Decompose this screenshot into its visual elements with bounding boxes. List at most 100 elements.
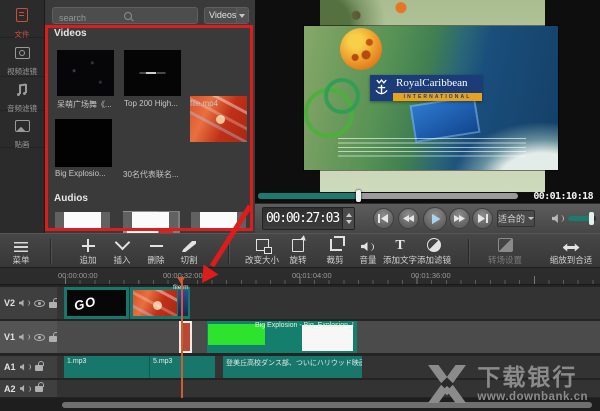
add-filter-label: 添加滤镜 — [412, 254, 456, 266]
rewind-icon — [403, 214, 414, 223]
fast-forward-button[interactable] — [449, 208, 470, 229]
track-header-v1[interactable]: V1 — [0, 321, 57, 353]
video-editor-app: 文件 视频滤镜 音频滤镜 贴画 Videos Videos 呆萌广场舞《... — [0, 0, 600, 411]
mute-icon[interactable] — [20, 363, 31, 372]
mute-icon[interactable] — [19, 299, 30, 308]
skip-start-button[interactable] — [373, 208, 394, 229]
volume-handle[interactable] — [589, 212, 594, 225]
lock-icon[interactable] — [35, 365, 43, 371]
skip-start-icon — [378, 214, 389, 223]
sticker-icon — [15, 120, 30, 132]
volume-slider[interactable] — [568, 216, 596, 221]
downbank-logo-icon — [426, 365, 468, 403]
track-id: A2 — [4, 384, 16, 394]
videos-section-label: Videos — [54, 28, 87, 39]
preview-video-frame[interactable]: RoyalCaribbean INTERNATIONAL — [304, 26, 558, 170]
video-name: 30名代表联名... — [123, 169, 179, 180]
clip-thumbnail-text: GO — [73, 294, 98, 314]
video-name: file.mp4 — [190, 99, 218, 108]
playhead-line[interactable] — [181, 277, 183, 398]
video-name: Big Explosio... — [55, 169, 106, 178]
sidebar-item-stickers[interactable]: 贴画 — [0, 111, 44, 148]
audio-thumbnail[interactable] — [191, 212, 246, 231]
track-header-a1[interactable]: A1 — [0, 356, 57, 378]
sidebar-item-audio-filters[interactable]: 音频滤镜 — [0, 77, 44, 111]
eye-icon[interactable] — [34, 334, 45, 341]
clip-name: 登美丘高校ダンス部、ついにハリウッド映画「グ — [223, 356, 362, 368]
spinner-up-icon[interactable] — [346, 213, 352, 217]
track-header-a2[interactable]: A2 — [0, 380, 57, 397]
audio-clip[interactable]: 5.mp3 — [150, 356, 215, 378]
media-category-dropdown[interactable]: Videos — [204, 7, 249, 24]
transition-settings-button[interactable]: 转场设置 — [483, 237, 527, 266]
track-id: A1 — [4, 362, 16, 372]
seek-bar-fill — [258, 193, 358, 199]
track-header-v2[interactable]: V2 — [0, 287, 57, 319]
menu-icon — [14, 242, 28, 252]
rewind-button[interactable] — [398, 208, 419, 229]
skip-end-button[interactable] — [472, 208, 493, 229]
play-icon — [432, 214, 441, 225]
sidebar-item-label: 贴画 — [0, 139, 44, 150]
audio-filter-icon — [16, 84, 29, 96]
search-icon — [124, 12, 132, 20]
video-thumbnail[interactable] — [124, 50, 181, 96]
add-filter-button[interactable]: 添加滤镜 — [412, 237, 456, 266]
track-id: V2 — [4, 298, 15, 308]
edit-toolbar: 菜单 追加 插入 删除 切割 改变大小 旋转 裁剪 — [0, 233, 600, 268]
clip-thumbnail — [133, 290, 177, 316]
lock-icon[interactable] — [49, 302, 57, 308]
play-button[interactable] — [423, 207, 447, 231]
seek-bar[interactable] — [258, 193, 518, 199]
mute-icon[interactable] — [19, 333, 30, 342]
clip-name: Big Explosion - Big_Explosion_! — [255, 322, 354, 329]
cut-button[interactable]: 切割 — [167, 237, 211, 266]
royal-caribbean-logo: RoyalCaribbean INTERNATIONAL — [370, 75, 482, 101]
zoom-fit-value: 适合的 — [498, 212, 525, 225]
timeline-ruler[interactable]: 00:00:00:00 00:00:32:00 00:01:04:00 00:0… — [0, 268, 600, 285]
timecode-spinner[interactable] — [342, 208, 354, 229]
eye-icon[interactable] — [34, 300, 45, 307]
zoom-to-fit-button[interactable]: 缩放到合适 — [546, 237, 596, 266]
audio-thumbnail[interactable] — [123, 212, 178, 231]
toolbar-separator — [50, 239, 51, 264]
spinner-down-icon[interactable] — [346, 220, 352, 224]
menu-label: 菜单 — [0, 254, 43, 266]
add-text-icon — [395, 239, 404, 252]
video-clip[interactable]: GO — [64, 287, 129, 319]
crop-icon — [330, 239, 342, 251]
deck-waterslide-rings — [304, 88, 354, 138]
add-filter-icon — [427, 238, 441, 252]
audio-clip[interactable]: 1.mp3 — [64, 356, 150, 378]
lock-icon[interactable] — [35, 386, 43, 392]
track-id: V1 — [4, 332, 15, 342]
audio-thumbnail[interactable] — [55, 212, 110, 231]
audio-clip[interactable]: 登美丘高校ダンス部、ついにハリウッド映画「グ — [223, 356, 362, 378]
dropdown-caret-button[interactable] — [236, 8, 248, 23]
crown-anchor-icon — [370, 75, 393, 101]
transition-icon — [498, 238, 513, 252]
video-name: Top 200 High... — [124, 99, 178, 108]
video-clip[interactable]: Big Explosion - Big_Explosion_! — [207, 321, 357, 353]
volume-icon[interactable] — [552, 213, 565, 224]
cut-icon — [182, 241, 196, 252]
lock-icon[interactable] — [49, 336, 57, 342]
menu-button[interactable]: 菜单 — [0, 237, 43, 266]
plus-icon — [82, 239, 95, 252]
minus-icon — [150, 245, 163, 247]
clip-name: 5.mp3 — [150, 356, 215, 365]
sidebar-item-files[interactable]: 文件 — [0, 0, 44, 38]
video-thumbnail[interactable] — [55, 119, 112, 167]
mute-icon[interactable] — [20, 384, 31, 393]
seek-handle[interactable] — [356, 190, 361, 202]
sidebar-item-video-filters[interactable]: 视频滤镜 — [0, 38, 44, 77]
sidebar: 文件 视频滤镜 音频滤镜 贴画 — [0, 0, 45, 233]
clip-thumbnail: GO — [67, 290, 126, 316]
transition-settings-label: 转场设置 — [483, 254, 527, 266]
video-thumbnail[interactable] — [57, 50, 114, 96]
zoom-fit-icon — [563, 243, 580, 252]
audios-section-label: Audios — [54, 193, 88, 204]
clip-file-sliver[interactable] — [178, 290, 188, 316]
zoom-fit-dropdown[interactable]: 适合的 — [497, 210, 535, 227]
ruler-major-ticks — [65, 276, 600, 284]
